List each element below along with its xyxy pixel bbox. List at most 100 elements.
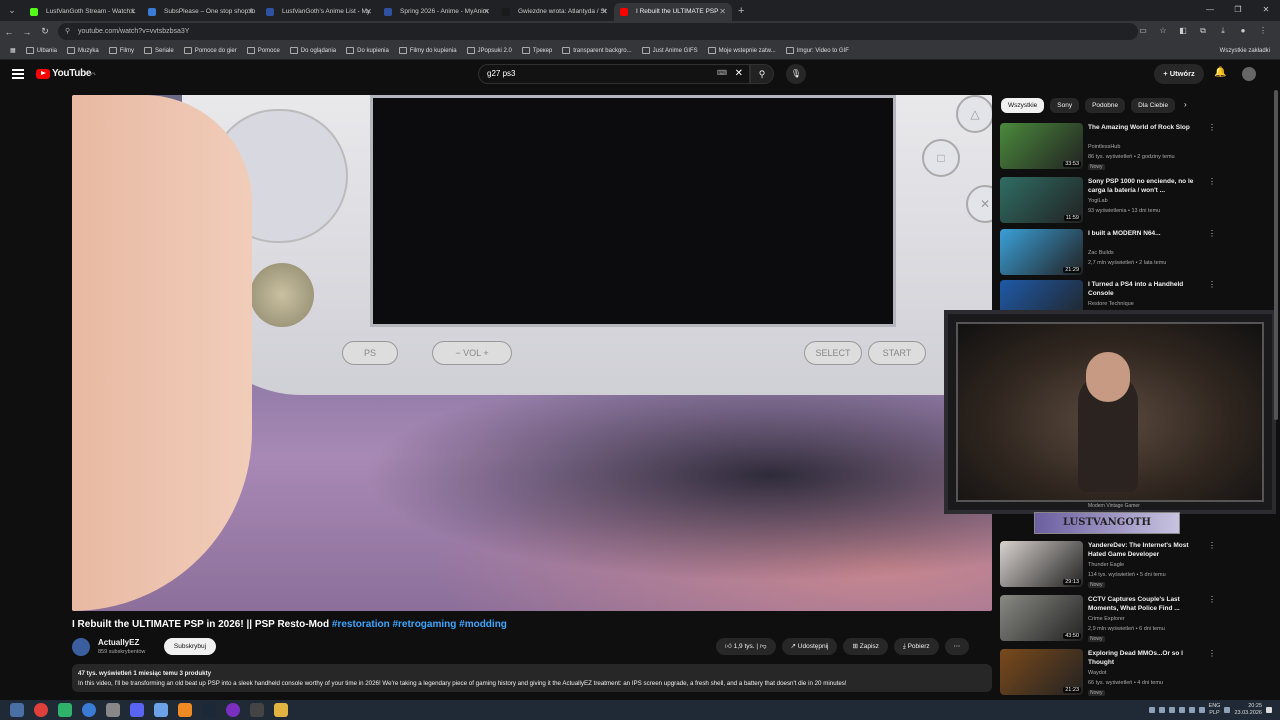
close-tab-icon[interactable]: ✕ xyxy=(247,3,254,21)
recommendation-channel[interactable]: Thunder Eagle xyxy=(1088,562,1124,568)
app-icon-blue[interactable] xyxy=(154,703,168,717)
tray-icon[interactable] xyxy=(1148,707,1155,713)
new-tab-button[interactable]: + xyxy=(738,5,744,17)
url-field[interactable]: ⚲ youtube.com/watch?v=vvtsbzbsa3Y xyxy=(58,23,1138,40)
filter-chip[interactable]: Podobne xyxy=(1085,98,1126,113)
obs-icon[interactable] xyxy=(226,703,240,717)
filter-chip[interactable]: Sony xyxy=(1050,98,1080,113)
start-menu-icon[interactable] xyxy=(10,703,24,717)
tray-icon[interactable] xyxy=(1168,707,1175,713)
steam-icon[interactable] xyxy=(202,703,216,717)
bookmark-item[interactable]: Filmy do kupienia xyxy=(398,47,457,54)
recommendation-item[interactable]: 11:59 Sony PSP 1000 no enciende, no le ca… xyxy=(1000,177,1216,223)
chevron-right-icon[interactable]: › xyxy=(1184,100,1187,109)
recommendation-title[interactable]: Sony PSP 1000 no enciende, no le carga l… xyxy=(1088,177,1206,195)
bookmark-item[interactable]: Muzyka xyxy=(67,47,99,54)
bookmark-item[interactable]: Pomoce xyxy=(246,47,280,54)
like-button[interactable]: 👍︎ 1,9 tys. | 👎︎ xyxy=(716,638,776,655)
browser-tab[interactable]: Spring 2026 - Anime - MyAnim ✕ xyxy=(378,3,496,21)
share-button[interactable]: ↗ Udostępnij xyxy=(781,638,838,655)
all-bookmarks[interactable]: Wszystkie zakładki xyxy=(1220,48,1270,54)
bookmark-item[interactable]: Filmy xyxy=(108,47,134,54)
recommendation-item[interactable]: 33:53 The Amazing World of Rock Slop Point… xyxy=(1000,123,1216,170)
more-options-icon[interactable]: ⋮ xyxy=(1208,280,1216,289)
save-button[interactable]: ⊞ Zapisz xyxy=(843,638,888,655)
recommendation-channel[interactable]: Restore Technique xyxy=(1088,301,1134,307)
thumbs-down-icon[interactable]: 👎︎ xyxy=(760,643,767,650)
tray-icon[interactable] xyxy=(1158,707,1165,713)
recommendation-item[interactable]: 21:29 I built a MODERN N64... Zac Builds 2,… xyxy=(1000,229,1216,275)
notifications-bell-icon[interactable]: 🔔 xyxy=(1214,67,1226,78)
video-thumbnail[interactable]: 21:23 xyxy=(1000,649,1083,695)
app-icon-grey[interactable] xyxy=(106,703,120,717)
bookmark-item[interactable]: Do oglądania xyxy=(289,47,336,54)
video-thumbnail[interactable]: 11:59 xyxy=(1000,177,1083,223)
bookmark-item[interactable]: Moje wstepnie zatw... xyxy=(707,47,776,54)
network-icon[interactable] xyxy=(1224,707,1231,713)
tab-search-icon[interactable]: ⌄ xyxy=(0,0,24,21)
video-thumbnail[interactable]: 29:13 xyxy=(1000,541,1083,587)
discord-icon[interactable] xyxy=(130,703,144,717)
close-tab-icon[interactable]: ✕ xyxy=(129,3,136,21)
bookmark-item[interactable]: Pomoce do gier xyxy=(183,47,237,54)
title-hashtags[interactable]: #restoration #retrogaming #modding xyxy=(332,619,507,630)
filter-chip[interactable]: Wszystkie xyxy=(1001,98,1045,113)
close-tab-icon[interactable]: ✕ xyxy=(719,3,726,21)
notification-center-icon[interactable] xyxy=(1266,707,1272,713)
more-options-icon[interactable]: ⋮ xyxy=(1208,649,1216,658)
account-avatar[interactable] xyxy=(1242,67,1256,81)
close-tab-icon[interactable]: ✕ xyxy=(483,3,490,21)
video-thumbnail[interactable]: 21:29 xyxy=(1000,229,1083,275)
recommendation-title[interactable]: I Turned a PS4 into a Handheld Console xyxy=(1088,280,1206,298)
create-button[interactable]: + Utwórz xyxy=(1154,64,1204,84)
recommendation-channel[interactable]: Zac Builds xyxy=(1088,250,1114,256)
description-box[interactable]: 47 tys. wyświetleń 1 miesiąc temu 3 prod… xyxy=(72,664,992,692)
bookmark-item[interactable]: Seriale xyxy=(144,47,174,54)
bookmark-item[interactable]: Imgur: Video to GIF xyxy=(785,47,849,54)
file-explorer-icon[interactable] xyxy=(274,703,288,717)
cast-icon[interactable]: ▭ xyxy=(1136,24,1150,38)
site-info-icon[interactable]: ⚲ xyxy=(65,23,70,40)
tray-icon[interactable] xyxy=(1188,707,1195,713)
language-indicator[interactable]: ENG PLP xyxy=(1209,703,1221,717)
hamburger-menu-icon[interactable] xyxy=(12,69,24,79)
youtube-logo[interactable]: YouTube PL xyxy=(36,68,96,79)
subscribe-button[interactable]: Subskrybuj xyxy=(164,638,216,655)
clock[interactable]: 20:25 23.03.2026 xyxy=(1234,703,1262,717)
recommendation-channel[interactable]: Crime Explorer xyxy=(1088,616,1125,622)
bookmark-item[interactable]: Just Anime GIFS xyxy=(641,47,698,54)
bookmark-item[interactable]: Ulbania xyxy=(25,47,57,54)
recommendation-item[interactable]: 43:50 CCTV Captures Couple's Last Moments… xyxy=(1000,595,1216,642)
browser-tab[interactable]: SubsPlease – One stop shop fo ✕ xyxy=(142,3,260,21)
clear-search-icon[interactable]: ✕ xyxy=(735,65,743,83)
close-tab-icon[interactable]: ✕ xyxy=(601,3,608,21)
search-button[interactable]: ⚲ xyxy=(750,64,774,84)
recommendation-channel[interactable]: YogiLab xyxy=(1088,198,1108,204)
more-options-icon[interactable]: ⋮ xyxy=(1208,595,1216,604)
forward-icon[interactable]: → xyxy=(18,27,36,37)
download-button[interactable]: ⤓ Pobierz xyxy=(893,638,939,655)
bookmark-item[interactable]: transparent backgro... xyxy=(562,47,632,54)
puzzle-icon[interactable]: ⧉ xyxy=(1196,24,1210,38)
channel-avatar[interactable] xyxy=(72,638,90,656)
app-icon-dark[interactable] xyxy=(250,703,264,717)
close-tab-icon[interactable]: ✕ xyxy=(365,3,372,21)
recommendation-item[interactable]: 21:23 Exploring Dead MMOs...Or so I Thoug… xyxy=(1000,649,1216,696)
recommendation-title[interactable]: The Amazing World of Rock Slop xyxy=(1088,123,1206,132)
video-player[interactable]: △ □ ✕ PS − VOL + SELECT START xyxy=(72,95,992,611)
video-thumbnail[interactable]: 43:50 xyxy=(1000,595,1083,641)
keyboard-icon[interactable]: ⌨ xyxy=(717,65,727,83)
tray-icon[interactable] xyxy=(1178,707,1185,713)
bookmark-item[interactable]: JPopsuki 2.0 xyxy=(466,47,512,54)
voice-search-icon[interactable]: 🎙 xyxy=(786,64,806,84)
download-icon[interactable]: ⤓ xyxy=(1216,24,1230,38)
recommendation-item[interactable]: 29:13 YandereDev: The Internet's Most Hat… xyxy=(1000,541,1216,588)
tray-icon[interactable] xyxy=(1198,707,1205,713)
browser-tab[interactable]: LustVanGoth Stream - Watch L ✕ xyxy=(24,3,142,21)
maximize-icon[interactable]: ❐ xyxy=(1224,0,1252,20)
app-icon-green[interactable] xyxy=(58,703,72,717)
browser-tab[interactable]: I Rebuilt the ULTIMATE PSP ✕ xyxy=(614,3,732,21)
page-scrollbar[interactable] xyxy=(1274,90,1278,420)
search-input[interactable]: g27 ps3 ⌨ ✕ xyxy=(478,64,750,84)
browser-icon[interactable] xyxy=(82,703,96,717)
